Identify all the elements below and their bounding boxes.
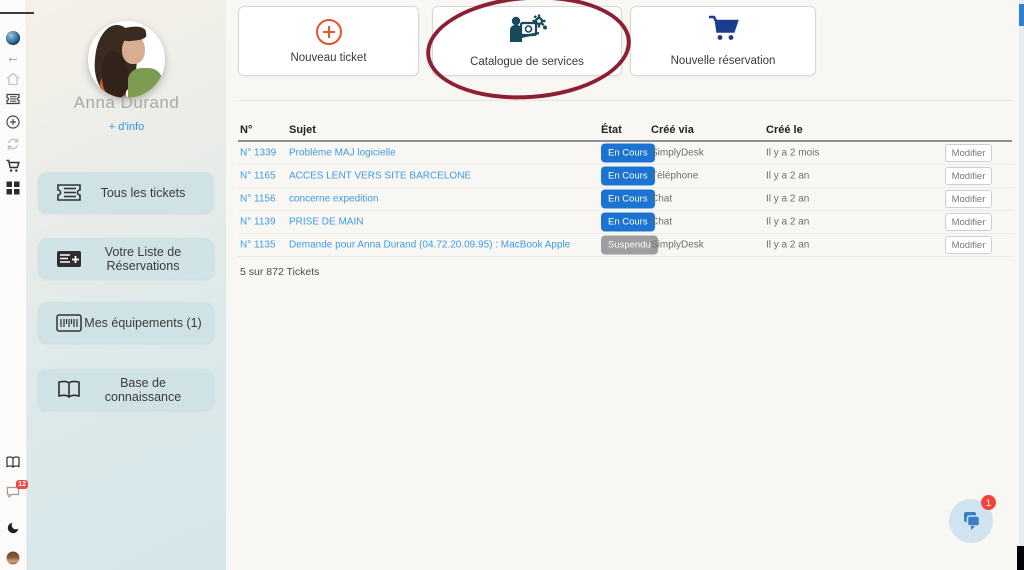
tickets-table: N° Sujet État Créé via Créé le N° 1339 Pr… [238,124,1012,257]
card-label: Nouveau ticket [290,52,366,64]
modify-button[interactable]: Modifier [945,144,992,162]
header-status: État [601,124,622,136]
sync-icon[interactable] [6,137,20,151]
tickets-table-rows: N° 1339Problème MAJ logicielleEn CoursSi… [238,142,1012,257]
ticket-created-via: SimplyDesk [651,148,704,159]
ticket-number-link[interactable]: N° 1135 [240,240,276,251]
status-cell: En Cours [601,190,655,209]
ticket-number-link[interactable]: N° 1156 [240,194,276,205]
status-badge: En Cours [601,213,655,232]
ticket-created-via: Téléphone [651,171,698,182]
sidebar-item-label: Base de connaissance [82,376,214,404]
chat-fab-badge: 1 [981,495,996,510]
page-scrollbar[interactable] [1019,0,1024,570]
sidebar-item-tous-les-tickets[interactable]: Tous les tickets [38,172,214,213]
status-badge: En Cours [601,190,655,209]
card-label: Catalogue de services [470,56,584,68]
chat-count-badge: 12 [16,480,28,489]
table-row: N° 1135 Demande pour Anna Durand (04.72.2… [238,234,1012,257]
user-name: Anna Durand [27,93,226,113]
ticket-created-when: Il y a 2 an [766,171,809,182]
header-num: N° [240,124,252,136]
sidebar-item-label: Tous les tickets [82,186,214,200]
reservation-list-icon [56,250,82,268]
sidebar-item-mes-equipements[interactable]: Mes équipements (1) [38,302,214,343]
cart-icon[interactable] [6,159,21,173]
barcode-icon [56,314,82,332]
status-badge: En Cours [601,167,655,186]
service-catalog-icon [507,14,547,49]
card-label: Nouvelle réservation [671,55,776,67]
section-divider [238,100,1012,101]
open-book-icon [56,380,82,399]
profile-avatar-icon[interactable] [7,552,20,565]
main-content: Nouveau ticket Catalogue [226,0,1024,570]
globe-icon[interactable] [6,31,20,45]
ticket-number-link[interactable]: N° 1139 [240,217,276,228]
status-cell: Suspendu [601,236,658,255]
ticket-created-when: Il y a 2 an [766,217,809,228]
catalogue-de-services-button[interactable]: Catalogue de services [432,6,622,76]
chat-notifications-icon[interactable]: 12 [6,486,20,498]
status-badge: Suspendu [601,236,658,255]
ticket-subject-link[interactable]: concerne expedition [289,194,379,205]
tickets-icon[interactable] [6,94,21,105]
table-row: N° 1156 concerne expedition En CoursChat Il… [238,188,1012,211]
ticket-created-when: Il y a 2 an [766,194,809,205]
sidebar-item-base-de-connaissance[interactable]: Base de connaissance [38,369,214,410]
status-cell: En Cours [601,167,655,186]
sidebar-item-label: Votre Liste de Réservations [82,245,214,273]
table-row: N° 1165 ACCES LENT VERS SITE BARCELONE En … [238,165,1012,188]
sidebar-item-liste-reservations[interactable]: Votre Liste de Réservations [38,238,214,279]
ticket-number-link[interactable]: N° 1339 [240,148,276,159]
sidebar: Anna Durand + d'info Tous les tickets Vo… [27,0,226,570]
sidebar-item-label: Mes équipements (1) [82,316,214,330]
header-subject: Sujet [289,124,316,136]
ticket-icon [56,183,82,202]
modify-button[interactable]: Modifier [945,190,992,208]
ticket-created-via: Chat [651,194,672,205]
ticket-subject-link[interactable]: ACCES LENT VERS SITE BARCELONE [289,171,471,182]
back-arrow-icon[interactable]: ← [6,50,20,64]
ticket-created-via: SimplyDesk [651,240,704,251]
ticket-created-when: Il y a 2 mois [766,148,819,159]
menu-icon[interactable] [0,10,34,16]
header-created: Créé le [766,124,803,136]
scrollbar-thumb[interactable] [1019,4,1024,26]
ticket-subject-link[interactable]: Problème MAJ logicielle [289,148,396,159]
chat-fab-button[interactable]: 1 [949,499,993,543]
modify-button[interactable]: Modifier [945,167,992,185]
table-summary: 5 sur 872 Tickets [240,266,319,278]
table-row: N° 1339 Problème MAJ logicielle En CoursSi… [238,142,1012,165]
dark-mode-moon-icon[interactable] [6,521,20,535]
apps-grid-icon[interactable] [7,182,20,195]
more-info-link[interactable]: + d'info [27,121,226,133]
modify-button[interactable]: Modifier [945,213,992,231]
nouvelle-reservation-button[interactable]: Nouvelle réservation [630,6,816,76]
header-via: Créé via [651,124,694,136]
user-photo[interactable] [88,21,165,98]
status-cell: En Cours [601,144,655,163]
chat-bubbles-icon [960,511,982,531]
book-icon[interactable] [6,456,21,468]
cart-icon [707,15,739,48]
home-icon[interactable] [6,73,20,86]
screen-corner-artifact [1017,546,1024,570]
modify-button[interactable]: Modifier [945,236,992,254]
ticket-created-via: Chat [651,217,672,228]
add-circle-icon[interactable] [6,115,20,129]
table-header: N° Sujet État Créé via Créé le [238,124,1012,142]
icon-rail: ← 12 [0,0,27,570]
ticket-subject-link[interactable]: PRISE DE MAIN [289,217,363,228]
status-cell: En Cours [601,213,655,232]
plus-circle-icon [316,19,342,45]
status-badge: En Cours [601,144,655,163]
table-row: N° 1139 PRISE DE MAIN En CoursChat Il y a 2… [238,211,1012,234]
nouveau-ticket-button[interactable]: Nouveau ticket [238,6,419,76]
ticket-subject-link[interactable]: Demande pour Anna Durand (04.72.20.09.95… [289,240,570,251]
ticket-created-when: Il y a 2 an [766,240,809,251]
ticket-number-link[interactable]: N° 1165 [240,171,276,182]
